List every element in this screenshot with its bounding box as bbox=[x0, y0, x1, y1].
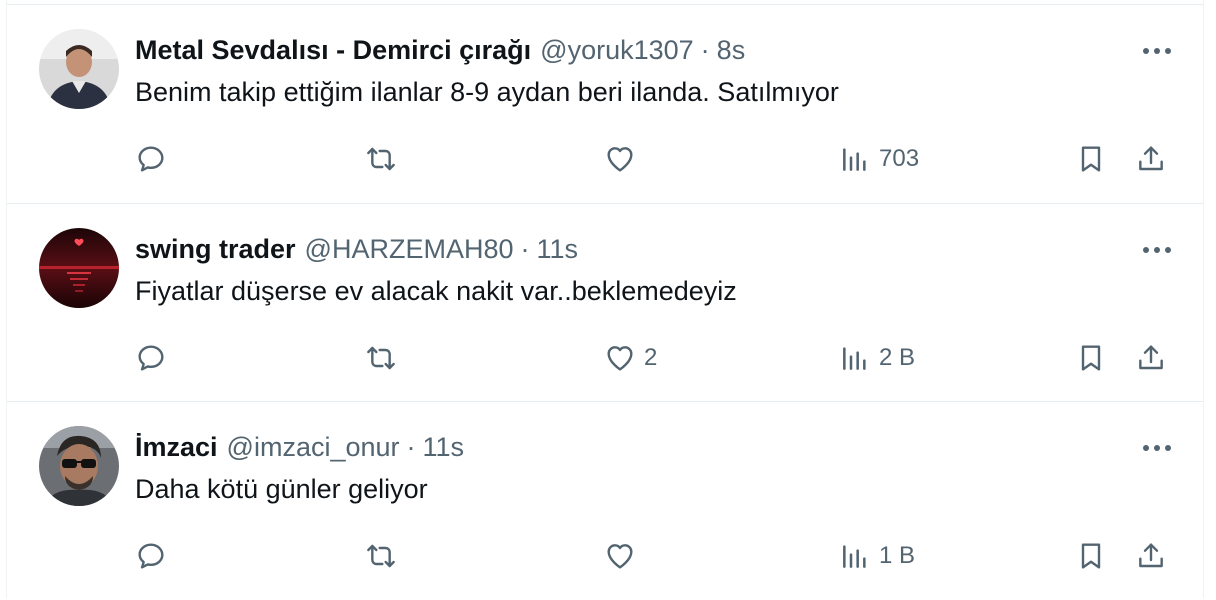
speech-bubble-icon bbox=[138, 146, 164, 172]
bar-chart-icon bbox=[843, 148, 866, 171]
like-button[interactable]: 2 bbox=[604, 340, 657, 376]
speech-bubble-icon bbox=[138, 543, 164, 569]
views-count: 1 B bbox=[879, 542, 916, 569]
retweet-button[interactable] bbox=[365, 340, 405, 376]
avatar[interactable] bbox=[39, 29, 119, 109]
separator-dot: · bbox=[700, 34, 710, 65]
share-button[interactable] bbox=[1135, 141, 1167, 177]
user-handle[interactable]: @imzaci_onur bbox=[227, 432, 400, 463]
share-button[interactable] bbox=[1135, 538, 1167, 574]
avatar[interactable] bbox=[39, 426, 119, 506]
heart-icon bbox=[607, 544, 633, 569]
heart-icon bbox=[607, 346, 633, 371]
reply-button[interactable] bbox=[135, 538, 175, 574]
timestamp[interactable]: 8s bbox=[717, 35, 746, 66]
timestamp[interactable]: 11s bbox=[423, 432, 465, 463]
user-handle[interactable]: @yoruk1307 bbox=[540, 35, 694, 66]
views-count: 703 bbox=[879, 145, 920, 172]
retweet-button[interactable] bbox=[365, 141, 405, 177]
tweet-text: Fiyatlar düşerse ev alacak nakit var..be… bbox=[135, 276, 737, 306]
tweet-text: Daha kötü günler geliyor bbox=[135, 474, 428, 504]
views-button[interactable]: 2 B bbox=[839, 340, 915, 376]
share-upload-icon bbox=[1139, 146, 1163, 171]
bookmark-button[interactable] bbox=[1075, 340, 1107, 376]
bookmark-button[interactable] bbox=[1075, 141, 1107, 177]
bookmark-icon bbox=[1081, 146, 1101, 172]
views-button[interactable]: 703 bbox=[839, 141, 919, 177]
timestamp[interactable]: 11s bbox=[537, 234, 579, 265]
action-bar: 2 2 B bbox=[7, 340, 1203, 376]
bar-chart-icon bbox=[843, 545, 866, 568]
bookmark-icon bbox=[1081, 543, 1101, 569]
tweet-header: İmzaci @imzaci_onur · 11s bbox=[135, 430, 464, 464]
share-upload-icon bbox=[1139, 345, 1163, 370]
display-name[interactable]: swing trader bbox=[135, 234, 296, 265]
views-count: 2 B bbox=[879, 344, 916, 371]
timeline-feed: Metal Sevdalısı - Demirci çırağı @yoruk1… bbox=[6, 0, 1204, 598]
tweet-header: swing trader @HARZEMAH80 · 11s bbox=[135, 232, 578, 266]
tweet-text: Benim takip ettiğim ilanlar 8-9 aydan be… bbox=[135, 77, 839, 107]
tweet[interactable]: swing trader @HARZEMAH80 · 11s Fiyatlar … bbox=[7, 203, 1203, 402]
tweet[interactable]: Metal Sevdalısı - Demirci çırağı @yoruk1… bbox=[7, 4, 1203, 203]
separator-dot: · bbox=[406, 431, 416, 462]
display-name[interactable]: Metal Sevdalısı - Demirci çırağı bbox=[135, 35, 531, 66]
user-handle[interactable]: @HARZEMAH80 bbox=[305, 234, 514, 265]
speech-bubble-icon bbox=[138, 345, 164, 371]
separator-dot: · bbox=[520, 233, 530, 264]
more-dots-icon[interactable] bbox=[1139, 236, 1175, 264]
retweet-arrows-icon bbox=[367, 147, 395, 171]
like-button[interactable] bbox=[604, 141, 644, 177]
tweet[interactable]: İmzaci @imzaci_onur · 11s Daha kötü günl… bbox=[7, 401, 1203, 600]
retweet-arrows-icon bbox=[367, 346, 395, 370]
display-name[interactable]: İmzaci bbox=[135, 432, 218, 463]
like-button[interactable] bbox=[604, 538, 644, 574]
reply-button[interactable] bbox=[135, 141, 175, 177]
tweet-header: Metal Sevdalısı - Demirci çırağı @yoruk1… bbox=[135, 33, 745, 67]
avatar[interactable] bbox=[39, 228, 119, 308]
like-count: 2 bbox=[644, 344, 658, 371]
more-dots-icon[interactable] bbox=[1139, 434, 1175, 462]
action-bar: 1 B bbox=[7, 538, 1203, 574]
views-button[interactable]: 1 B bbox=[839, 538, 915, 574]
retweet-arrows-icon bbox=[367, 544, 395, 568]
reply-button[interactable] bbox=[135, 340, 175, 376]
action-bar: 703 bbox=[7, 141, 1203, 177]
more-dots-icon[interactable] bbox=[1139, 37, 1175, 65]
heart-icon bbox=[607, 147, 633, 172]
bar-chart-icon bbox=[843, 347, 866, 370]
bookmark-button[interactable] bbox=[1075, 538, 1107, 574]
retweet-button[interactable] bbox=[365, 538, 405, 574]
share-upload-icon bbox=[1139, 543, 1163, 568]
share-button[interactable] bbox=[1135, 340, 1167, 376]
bookmark-icon bbox=[1081, 345, 1101, 371]
